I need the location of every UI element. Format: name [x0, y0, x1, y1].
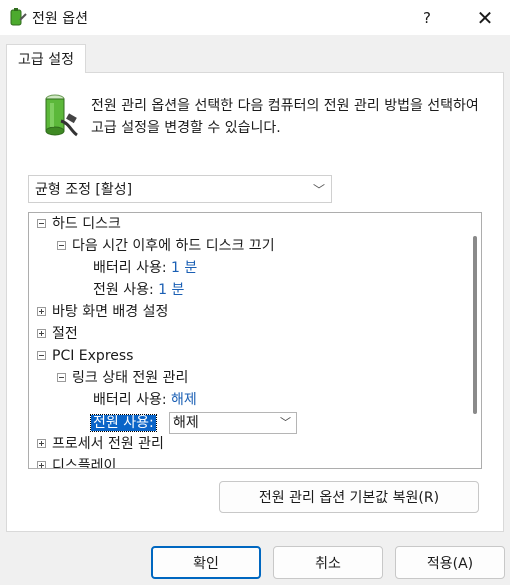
- tree-item-display[interactable]: 디스플레이: [37, 455, 117, 469]
- setting-label: 배터리 사용:: [93, 260, 167, 276]
- settings-tree[interactable]: 하드 디스크 다음 시간 이후에 하드 디스크 끄기 배터리 사용: 1 분 전…: [28, 212, 482, 469]
- tree-item-plugged-in[interactable]: 전원 사용: 1 분: [93, 279, 184, 301]
- power-plan-select[interactable]: 균형 조정 [활성] ﹀: [28, 175, 332, 203]
- tree-item-processor[interactable]: 프로세서 전원 관리: [37, 433, 164, 455]
- tree-item-label: 다음 시간 이후에 하드 디스크 끄기: [72, 238, 275, 254]
- chevron-down-icon: ﹀: [312, 183, 325, 197]
- tree-item-label: 하드 디스크: [52, 216, 121, 232]
- help-button[interactable]: ?: [412, 0, 442, 35]
- tree-item-label: 링크 상태 전원 관리: [72, 370, 189, 386]
- tree-item-hard-disk[interactable]: 하드 디스크: [37, 213, 121, 235]
- tree-item-pci-express[interactable]: PCI Express: [37, 345, 133, 367]
- expand-icon[interactable]: [37, 438, 46, 448]
- collapse-icon[interactable]: [37, 218, 46, 228]
- tree-item-turn-off-hard-disk[interactable]: 다음 시간 이후에 하드 디스크 끄기: [57, 235, 275, 257]
- scroll-thumb[interactable]: [473, 236, 477, 414]
- restore-defaults-button[interactable]: 전원 관리 옵션 기본값 복원(R): [219, 481, 479, 513]
- tree-item-desktop-background[interactable]: 바탕 화면 배경 설정: [37, 301, 168, 323]
- setting-label: 배터리 사용:: [93, 392, 167, 408]
- battery-plug-icon: [10, 8, 27, 26]
- collapse-icon[interactable]: [37, 350, 46, 360]
- tree-item-pci-plugged-in[interactable]: 전원 사용:: [90, 412, 157, 434]
- expand-icon[interactable]: [37, 328, 46, 338]
- close-button[interactable]: ✕: [465, 0, 505, 35]
- tree-item-link-state[interactable]: 링크 상태 전원 관리: [57, 367, 188, 389]
- tree-item-label: PCI Express: [52, 348, 134, 364]
- tree-item-pci-on-battery[interactable]: 배터리 사용: 해제: [93, 389, 197, 411]
- setting-label-selected: 전원 사용:: [90, 414, 157, 432]
- tree-item-on-battery[interactable]: 배터리 사용: 1 분: [93, 257, 197, 279]
- description-text: 전원 관리 옵션을 선택한 다음 컴퓨터의 전원 관리 방법을 선택하여 고급 …: [91, 98, 479, 136]
- battery-plug-icon: [45, 94, 78, 137]
- tree-item-label: 절전: [52, 326, 78, 342]
- power-plan-value: 균형 조정 [활성]: [35, 182, 133, 198]
- ok-button[interactable]: 확인: [151, 546, 261, 579]
- expand-icon[interactable]: [37, 306, 46, 316]
- tree-item-label: 바탕 화면 배경 설정: [52, 304, 169, 320]
- window-title: 전원 옵션: [32, 11, 88, 27]
- tree-item-sleep[interactable]: 절전: [37, 323, 78, 345]
- setting-label: 전원 사용:: [93, 282, 154, 298]
- pci-plugged-in-value: 해제: [173, 415, 199, 431]
- tree-item-label: 디스플레이: [52, 458, 117, 469]
- tab-advanced-settings[interactable]: 고급 설정: [6, 44, 86, 73]
- expand-icon[interactable]: [37, 460, 46, 468]
- setting-value[interactable]: 1 분: [158, 282, 184, 298]
- chevron-down-icon: ﹀: [280, 416, 291, 429]
- tree-item-label: 프로세서 전원 관리: [52, 436, 164, 452]
- settings-panel: 전원 관리 옵션을 선택한 다음 컴퓨터의 전원 관리 방법을 선택하여 고급 …: [6, 72, 504, 532]
- pci-plugged-in-select[interactable]: 해제 ﹀: [169, 412, 297, 434]
- cancel-button[interactable]: 취소: [273, 546, 383, 579]
- apply-button[interactable]: 적용(A): [395, 546, 505, 579]
- setting-value[interactable]: 1 분: [171, 260, 197, 276]
- tree-scrollbar[interactable]: [470, 214, 480, 467]
- setting-value[interactable]: 해제: [171, 392, 197, 408]
- title-bar: 전원 옵션 ? ✕: [0, 0, 510, 35]
- collapse-icon[interactable]: [57, 240, 66, 250]
- collapse-icon[interactable]: [57, 372, 66, 382]
